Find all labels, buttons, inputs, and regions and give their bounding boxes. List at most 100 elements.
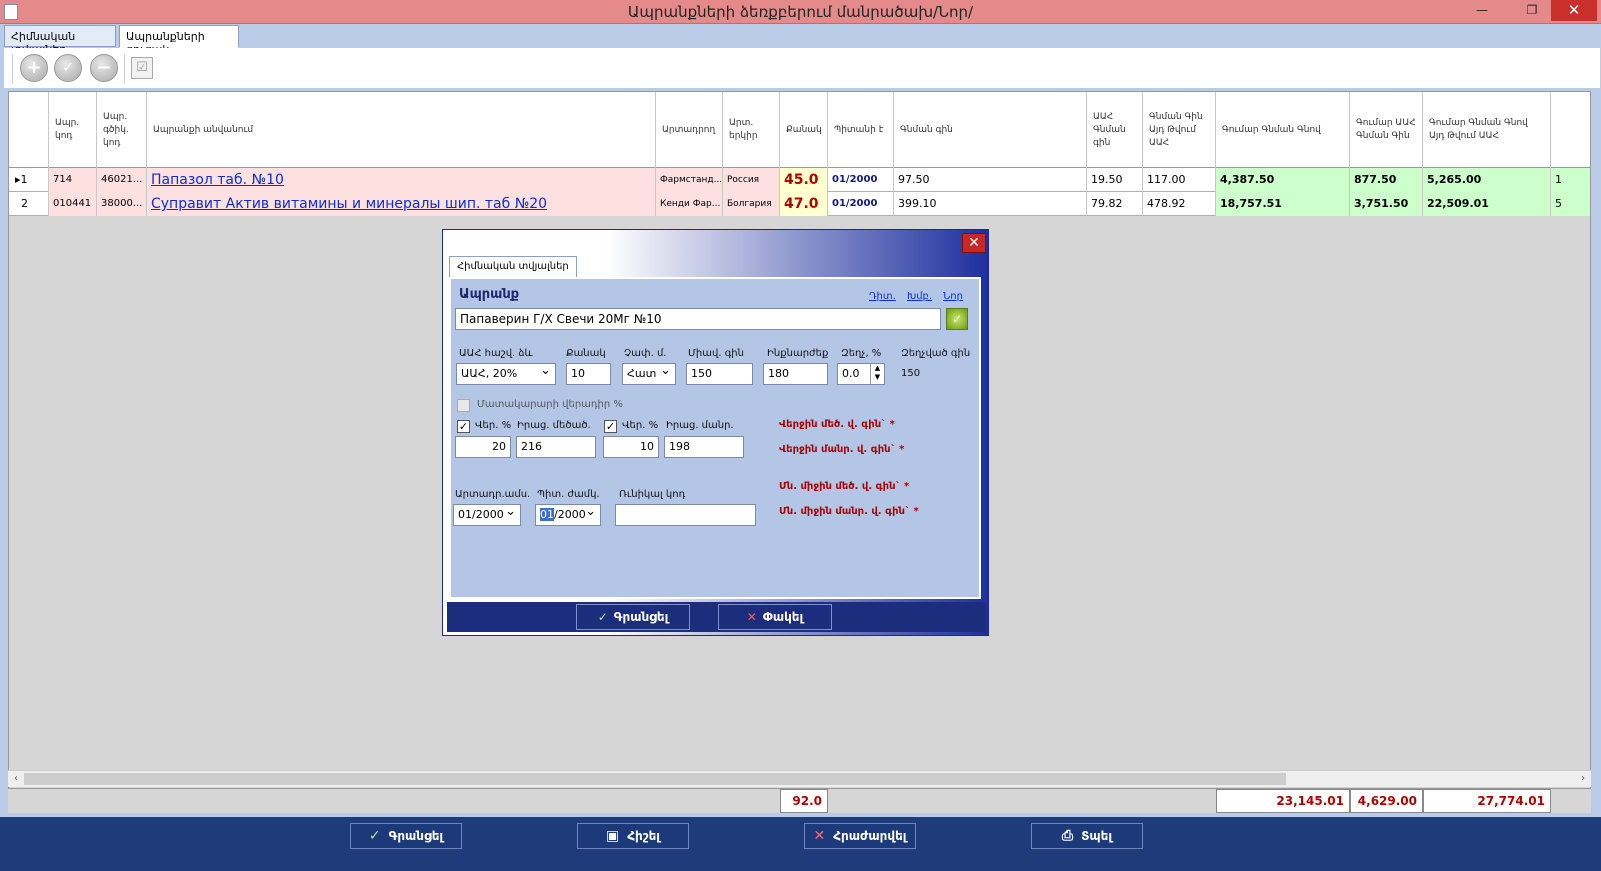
cell-extra: 5 — [1551, 192, 1590, 216]
header-price[interactable]: Գնման գին — [894, 92, 1087, 168]
header-country[interactable]: Արտ. երկիր — [723, 92, 780, 168]
total-sum-with-vat: 27,774.01 — [1423, 789, 1551, 813]
label-discount: Զեղչ, % — [841, 348, 882, 359]
label-supplier-markup: Մատակարարի վերադիր % — [477, 399, 623, 410]
horizontal-scrollbar[interactable]: ‹ › — [8, 770, 1591, 787]
series-input[interactable] — [615, 504, 756, 526]
header-producer[interactable]: Արտադրող — [656, 92, 723, 168]
dialog-tab-main[interactable]: Հիմնական տվյալներ — [449, 256, 577, 278]
spinner-arrows-icon[interactable]: ▲ ▼ — [870, 364, 884, 384]
cost-input[interactable]: 180 — [763, 363, 828, 385]
cell-sum: 4,387.50 — [1216, 168, 1350, 192]
cell-sum-with-vat: 22,509.01 — [1423, 192, 1551, 216]
remember-button[interactable]: ▣ Հիշել — [577, 823, 689, 849]
label-unit-price: Միավ. գին — [688, 348, 744, 359]
add-row-icon[interactable]: + — [20, 54, 48, 82]
unit-price-input[interactable]: 150 — [686, 363, 753, 385]
print-button[interactable]: ⎙ Տպել — [1031, 823, 1143, 849]
product-picker-icon[interactable]: ✓ — [946, 308, 968, 330]
row-number: ▸1 — [9, 168, 49, 192]
avg-wholesale-price: Մն. միջին մեծ. վ. գին` * — [779, 481, 910, 492]
cell-producer: Кенди Фар... — [656, 192, 723, 216]
cell-extra: 1 — [1551, 168, 1590, 192]
product-link[interactable]: Папазол таб. №10 — [151, 172, 284, 188]
header-qty[interactable]: Քանակ — [780, 92, 828, 168]
close-button[interactable]: ✕ — [1551, 0, 1597, 21]
label-qty: Քանակ — [566, 348, 606, 359]
dialog-save-button[interactable]: ✓ Գրանցել — [576, 604, 690, 630]
section-title: Ապրանք — [459, 287, 520, 302]
header-vat-price[interactable]: ԱԱՀ Գնման գին — [1087, 92, 1143, 168]
title-bar: Ապրանքների ձեռքբերում մանրածախ/Նոր/ — ❐ … — [0, 0, 1601, 24]
discount-spinner[interactable]: 0.0 ▲ ▼ — [837, 363, 885, 385]
total-sum: 23,145.01 — [1216, 789, 1350, 813]
cell-product-name[interactable]: Папазол таб. №10 — [147, 168, 656, 192]
tab-product-list[interactable]: Ապրանքների ցուցակ — [119, 25, 239, 56]
totals-row: 92.0 23,145.01 4,629.00 27,774.01 — [8, 789, 1591, 813]
label-prod-date: Արտադր.ամս. — [455, 489, 531, 500]
total-sum-vat: 4,629.00 — [1350, 789, 1423, 813]
link-view[interactable]: Դիտ. — [869, 291, 896, 302]
minimize-button[interactable]: — — [1467, 0, 1497, 22]
scroll-thumb[interactable] — [24, 773, 1286, 785]
cell-country: Болгария — [723, 192, 780, 216]
dialog-close-button[interactable]: ✕ Փակել — [718, 604, 832, 630]
save-button[interactable]: ✓ Գրանցել — [350, 823, 462, 849]
label-discounted-price: Զեղչված գին — [901, 348, 971, 359]
header-sum-with-vat[interactable]: Գումար Գնման Գնով Այդ Թվում ԱԱՀ — [1423, 92, 1551, 168]
markup2-input[interactable]: 10 — [603, 436, 659, 458]
vat-method-select[interactable]: ԱԱՀ, 20% — [456, 361, 556, 385]
sale-big-input[interactable]: 216 — [516, 436, 596, 458]
cell-product-name[interactable]: Супpавит Актив витамины и минералы шип. … — [147, 192, 656, 216]
markup2-checkbox[interactable]: ✓ — [604, 420, 617, 433]
cancel-button[interactable]: ✕ Հրաժարվել — [804, 823, 916, 849]
link-edit[interactable]: Խմբ. — [907, 291, 932, 302]
prod-date-select[interactable]: 01/2000 — [453, 502, 521, 526]
header-sum-vat[interactable]: Գումար ԱԱՀ Գնման Գին — [1350, 92, 1423, 168]
restore-button[interactable]: ❐ — [1517, 0, 1547, 22]
cell-qty: 45.0 — [780, 168, 828, 192]
qty-input[interactable]: 10 — [566, 363, 611, 385]
cell-country: Россия — [723, 168, 780, 192]
label-sale-small: Իրաց. մանր. — [666, 420, 734, 431]
supplier-markup-checkbox[interactable] — [457, 399, 470, 412]
check-icon: ✓ — [597, 610, 608, 624]
cell-price-with-vat: 478.92 — [1143, 192, 1216, 216]
tab-main-data[interactable]: Հիմնական տվյալներ — [4, 25, 116, 56]
header-barcode[interactable]: Ապր. գծիկ. կոդ — [97, 92, 147, 168]
checklist-icon[interactable]: ☑ — [131, 57, 153, 79]
remove-row-icon[interactable]: − — [90, 54, 118, 82]
discounted-price-value: 150 — [901, 368, 921, 379]
scroll-right-icon[interactable]: › — [1575, 771, 1591, 787]
cell-producer: Фармстанд... — [656, 168, 723, 192]
header-expiry[interactable]: Պիտանի է — [828, 92, 894, 168]
header-price-with-vat[interactable]: Գնման Գին Այդ Թվում ԱԱՀ — [1143, 92, 1216, 168]
header-code[interactable]: Ապր. կոդ — [49, 92, 97, 168]
link-new[interactable]: Նոր — [943, 291, 963, 302]
sale-small-input[interactable]: 198 — [664, 436, 744, 458]
cell-sum-with-vat: 5,265.00 — [1423, 168, 1551, 192]
avg-retail-price: Մն. միջին մանր. վ. գին` * — [779, 506, 919, 517]
table-row[interactable]: ▸1 714 46021... Папазол таб. №10 Фармста… — [9, 168, 1590, 192]
cell-barcode: 38000... — [97, 192, 147, 216]
label-exp-date: Պիտ. ժամկ. — [537, 489, 600, 500]
markup1-input[interactable]: 20 — [455, 436, 511, 458]
header-sum[interactable]: Գումար Գնման Գնով — [1216, 92, 1350, 168]
unit-select[interactable]: Հատ — [622, 361, 676, 385]
exp-date-select[interactable]: 01/2000 — [535, 502, 601, 526]
table-row[interactable]: 2 010441 38000... Супpавит Актив витамин… — [9, 192, 1590, 216]
last-wholesale-price: Վերջին մեծ. վ. գին` * — [779, 419, 895, 430]
dialog-close-icon[interactable]: ✕ — [962, 233, 986, 253]
markup1-checkbox[interactable]: ✓ — [457, 420, 470, 433]
product-field[interactable]: Папаверин Г/Х Свечи 20Мг №10 — [455, 308, 941, 330]
dialog-panel: Ապրանք Դիտ. Խմբ. Նոր Папаверин Г/Х Свечи… — [449, 277, 981, 599]
header-product-name[interactable]: Ապրանքի անվանում — [147, 92, 656, 168]
product-link[interactable]: Супpавит Актив витамины и минералы шип. … — [151, 196, 547, 212]
scroll-left-icon[interactable]: ‹ — [8, 771, 24, 787]
cell-vat-price: 79.82 — [1087, 192, 1143, 216]
cell-sum-vat: 3,751.50 — [1350, 192, 1423, 216]
edit-row-icon[interactable]: ✓ — [54, 54, 82, 82]
printer-icon: ⎙ — [1061, 828, 1074, 844]
dialog-footer: ✓ Գրանցել ✕ Փակել — [447, 602, 985, 632]
header-selector — [9, 92, 49, 168]
